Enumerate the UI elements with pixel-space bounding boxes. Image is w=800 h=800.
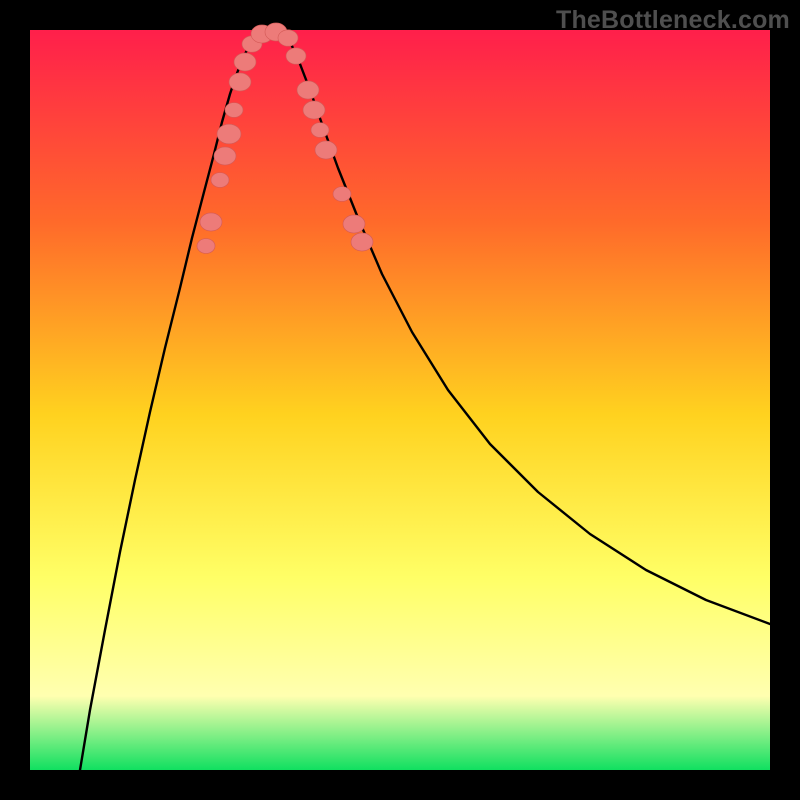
data-bead (303, 101, 325, 119)
bottleneck-curve (30, 30, 770, 770)
data-bead (211, 173, 229, 188)
data-bead (351, 233, 373, 251)
data-bead (278, 30, 298, 46)
data-bead (297, 81, 319, 99)
data-bead (200, 213, 222, 231)
data-bead (214, 147, 236, 165)
curve-path (80, 31, 770, 770)
data-bead (217, 124, 241, 144)
data-bead (229, 73, 251, 91)
data-bead (225, 103, 243, 118)
data-bead (343, 215, 365, 233)
data-bead (197, 239, 215, 254)
data-bead (234, 53, 256, 71)
chart-frame: TheBottleneck.com (0, 0, 800, 800)
data-bead (311, 123, 329, 138)
data-bead (333, 187, 351, 202)
data-bead (315, 141, 337, 159)
data-bead (286, 48, 306, 64)
plot-area (30, 30, 770, 770)
